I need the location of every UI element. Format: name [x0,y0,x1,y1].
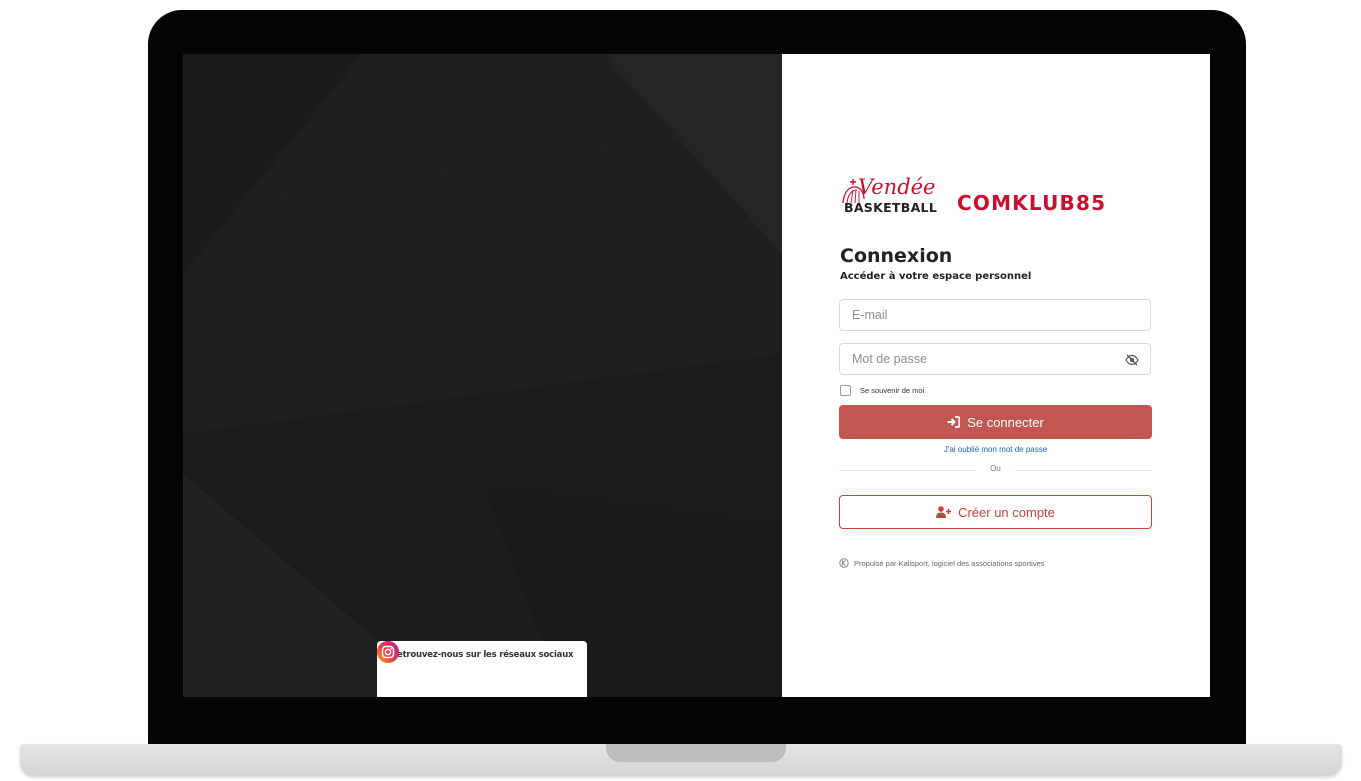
brand-script: Vendée [858,175,936,199]
brand-basketball: BASKETBALL [844,200,938,215]
sign-in-icon [947,416,961,428]
background-pattern [183,54,782,697]
divider-text: Ou [990,464,1001,473]
login-button-label: Se connecter [967,414,1044,430]
social-icons [377,641,587,689]
login-button[interactable]: Se connecter [839,405,1152,439]
remember-me[interactable]: Se souvenir de moi [839,385,924,396]
user-plus-icon [936,506,952,518]
password-input[interactable] [840,344,1112,374]
brand-logo: Vendée BASKETBALL COMKLUB85 [840,175,1105,227]
powered-by-text[interactable]: Propulsé par Kalisport, logiciel des ass… [854,559,1045,568]
brand-name: COMKLUB85 [957,191,1107,215]
instagram-icon[interactable] [377,641,506,689]
laptop-notch [606,744,786,762]
screen: Retrouvez-nous sur les réseaux sociaux V… [183,54,1210,697]
kalisport-logo-icon [839,558,849,568]
background-panel: Retrouvez-nous sur les réseaux sociaux [183,54,782,697]
password-field [839,343,1151,375]
create-account-button[interactable]: Créer un compte [839,495,1152,529]
eye-slash-icon[interactable] [1125,354,1139,366]
create-account-label: Créer un compte [958,504,1055,520]
social-title: Retrouvez-nous sur les réseaux sociaux [390,650,574,660]
divider: Ou [839,464,1152,476]
facebook-icon[interactable] [377,641,480,689]
login-panel: Vendée BASKETBALL COMKLUB85 Connexion Ac… [782,54,1210,697]
email-field [839,299,1151,331]
email-input[interactable] [840,300,1112,330]
page-subtitle: Accéder à votre espace personnel [840,271,1032,282]
forgot-password-link[interactable]: J'ai oublié mon mot de passe [839,445,1152,454]
social-box: Retrouvez-nous sur les réseaux sociaux [377,641,587,697]
powered-by: Propulsé par Kalisport, logiciel des ass… [839,558,1045,568]
remember-checkbox[interactable] [840,385,851,396]
remember-label: Se souvenir de moi [860,386,925,395]
page-title: Connexion [840,245,953,267]
